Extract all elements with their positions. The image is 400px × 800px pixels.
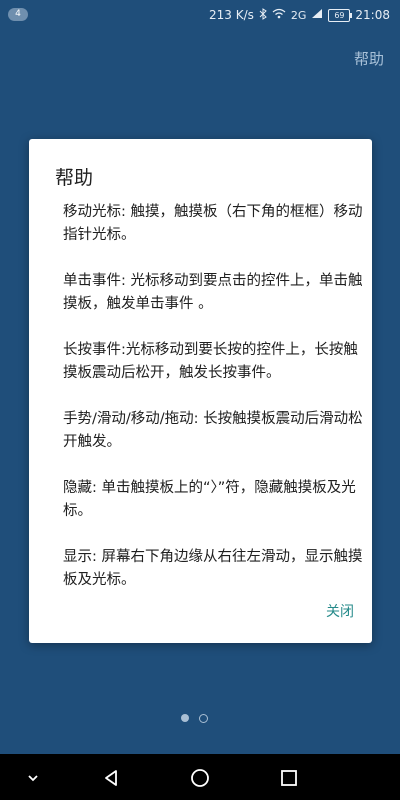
dialog-title: 帮助 — [55, 167, 94, 189]
navigation-bar — [0, 754, 400, 800]
recent-apps-icon[interactable] — [278, 767, 300, 789]
battery-icon: 69 — [328, 8, 353, 22]
dialog-body: 移动光标: 触摸，触摸板（右下角的框框）移动指针光标。 单击事件: 光标移动到要… — [63, 204, 363, 588]
help-dialog: 帮助 移动光标: 触摸，触摸板（右下角的框框）移动指针光标。 单击事件: 光标移… — [29, 139, 372, 643]
page-dot-inactive — [199, 714, 208, 723]
home-button-icon[interactable] — [189, 767, 211, 789]
bluetooth-icon — [259, 7, 267, 23]
network-speed: 213 K/s — [208, 8, 254, 22]
network-type: 2G — [290, 8, 307, 22]
chevron-down-icon[interactable] — [22, 767, 44, 789]
status-right-group: 213 K/s 2G 69 21:08 — [209, 6, 390, 24]
page-indicator — [181, 714, 208, 723]
wifi-icon — [272, 8, 286, 22]
notification-badge: 4 — [8, 8, 28, 21]
page-dot-active — [181, 714, 189, 722]
status-bar: 4 213 K/s 2G 69 21:08 — [0, 0, 400, 28]
help-link[interactable]: 帮助 — [354, 48, 384, 69]
close-button[interactable]: 关闭 — [326, 601, 354, 621]
signal-icon — [311, 8, 323, 22]
clock: 21:08 — [355, 8, 390, 22]
back-button-icon[interactable] — [100, 767, 122, 789]
